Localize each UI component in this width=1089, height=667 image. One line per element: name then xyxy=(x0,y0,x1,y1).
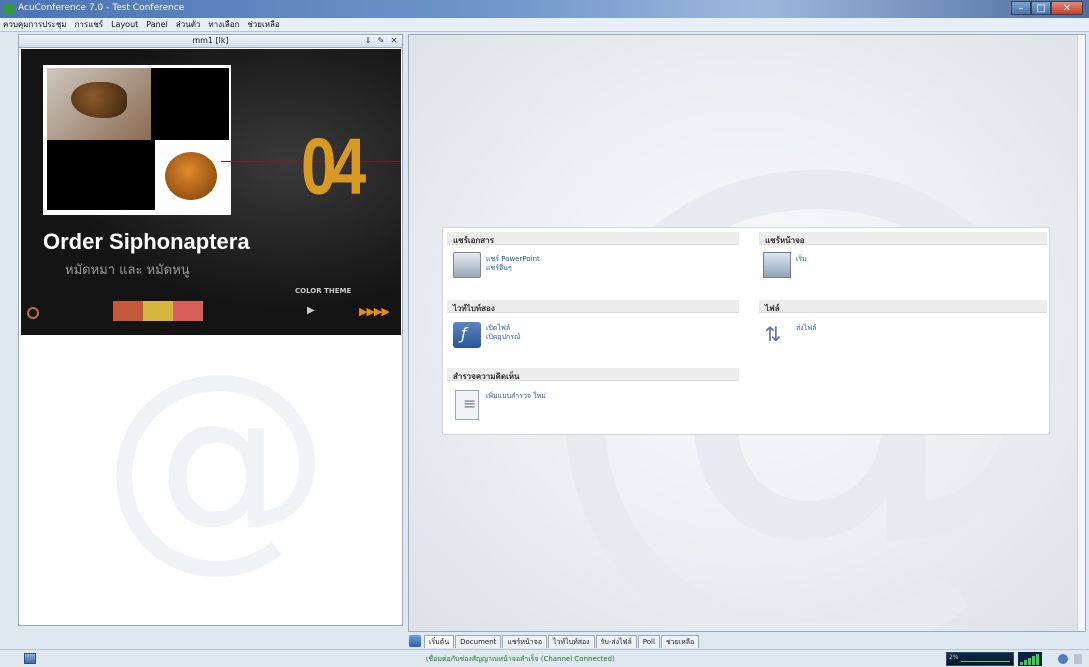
video-feed: 04 Order Siphonaptera หมัดหมา และ หมัดหน… xyxy=(21,49,401,335)
maximize-icon[interactable]: □ xyxy=(1031,1,1051,15)
minimize-icon[interactable]: – xyxy=(1011,1,1031,15)
slide-block xyxy=(47,140,155,210)
app-icon xyxy=(3,3,15,15)
slide-theme-label: COLOR THEME xyxy=(295,287,352,295)
color-swatch xyxy=(113,301,143,321)
powerpoint-icon[interactable] xyxy=(453,252,481,278)
video-header: mm1 [lk] ⇓ ✎ ✕ xyxy=(19,35,402,48)
color-swatch xyxy=(173,301,203,321)
tab-start[interactable]: เริ่มต้น xyxy=(424,634,455,648)
menu-personal[interactable]: ส่วนตัว xyxy=(176,18,201,31)
participant-name: mm1 [lk] xyxy=(192,36,229,45)
tab-file-transfer[interactable]: รับ-ส่งไฟล์ xyxy=(595,634,637,648)
bottom-tab-strip: เริ่มต้น Document แชร์หน้าจอ ไวท์ไบท์สอง… xyxy=(408,634,1086,648)
tab-whiteboard[interactable]: ไวท์ไบท์สอง xyxy=(548,634,595,648)
tray-icon[interactable] xyxy=(1058,654,1068,664)
flea-icon xyxy=(71,82,127,118)
connection-status: เชื่อมต่อกับช่องสัญญาณหน้าจอสำเร็จ (Chan… xyxy=(426,655,615,663)
files-heading: ไฟล์ xyxy=(759,300,1047,313)
file-transfer-icon[interactable]: ⇅ xyxy=(759,322,787,348)
menu-conference[interactable]: ควบคุมการประชุม xyxy=(3,18,67,31)
home-tab-icon xyxy=(409,635,421,647)
status-bar: เชื่อมต่อกับช่องสัญญาณหน้าจอสำเร็จ (Chan… xyxy=(0,649,1089,667)
slide-number: 04 xyxy=(301,121,366,211)
open-device-link[interactable]: เปิดอุปกรณ์ xyxy=(486,332,521,343)
menu-bar: ควบคุมการประชุม การแชร์ Layout Panel ส่ว… xyxy=(0,18,1089,32)
slide-block xyxy=(151,68,229,140)
tab-poll[interactable]: Poll xyxy=(637,634,660,648)
flash-icon[interactable] xyxy=(453,322,481,348)
tab-share-screen[interactable]: แชร์หน้าจอ xyxy=(502,634,548,648)
share-screen-heading: แชร์หน้าจอ xyxy=(759,232,1047,245)
quick-actions-card: แชร์เอกสาร แชร์หน้าจอ แชร์ PowerPoint แช… xyxy=(442,227,1050,435)
edit-icon[interactable]: ✎ xyxy=(376,36,386,46)
send-file-link[interactable]: ส่งไฟล์ xyxy=(796,323,816,334)
window-title: AcuConference 7.0 - Test Conference xyxy=(18,3,185,13)
cpu-graph xyxy=(961,661,1010,662)
color-swatch xyxy=(143,301,173,321)
close-icon[interactable]: ✕ xyxy=(1051,1,1083,15)
tab-document[interactable]: Document xyxy=(455,634,502,648)
signal-strength-icon xyxy=(1018,652,1042,666)
status-icon[interactable] xyxy=(24,653,36,664)
pin-icon[interactable]: ⇓ xyxy=(363,36,373,46)
video-panel: mm1 [lk] ⇓ ✎ ✕ 04 Order Siphonaptera หมั… xyxy=(18,34,403,626)
monitor-icon[interactable] xyxy=(763,252,791,278)
menu-options[interactable]: ทางเลือก xyxy=(208,18,239,31)
menu-layout[interactable]: Layout xyxy=(111,20,138,29)
slide-title: Order Siphonaptera xyxy=(43,229,250,254)
poll-heading: สำรวจความคิดเห็น xyxy=(447,368,739,381)
flea-photo-1 xyxy=(47,68,151,140)
window-controls: – □ ✕ xyxy=(1011,1,1083,15)
slide-image-frame xyxy=(43,65,231,215)
video-controls: ⇓ ✎ ✕ xyxy=(360,36,399,46)
flea-icon xyxy=(165,152,217,200)
menu-help[interactable]: ช่วยเหลือ xyxy=(247,18,279,31)
menu-share[interactable]: การแชร์ xyxy=(75,18,104,31)
new-poll-link[interactable]: เพิ่มแบบสำรวจ ใหม่ xyxy=(486,391,546,402)
slide-logo-icon xyxy=(27,307,39,319)
tab-help[interactable]: ช่วยเหลือ xyxy=(660,634,700,648)
share-other-link[interactable]: แชร์อื่นๆ xyxy=(486,263,512,274)
title-bar: AcuConference 7.0 - Test Conference – □ … xyxy=(0,0,1089,18)
start-screen-share-link[interactable]: เริ่ม xyxy=(796,254,807,265)
share-docs-heading: แชร์เอกสาร xyxy=(447,232,739,245)
slide-arrows: ▶▶▶▶ xyxy=(359,305,390,318)
cpu-label: 2% xyxy=(949,654,959,661)
slide-subtitle: หมัดหมา และ หมัดหนู xyxy=(65,263,190,278)
tray-icon[interactable] xyxy=(1074,654,1082,664)
watermark-at-icon: @ xyxy=(101,325,331,592)
menu-panel[interactable]: Panel xyxy=(146,20,168,29)
vertical-scrollbar[interactable] xyxy=(1077,35,1085,631)
poll-icon[interactable] xyxy=(455,390,479,420)
flea-photo-2 xyxy=(157,142,227,212)
whiteboard-heading: ไวท์ไบท์สอง xyxy=(447,300,739,313)
play-icon: ▶ xyxy=(307,305,315,316)
cpu-meter: 2% xyxy=(946,652,1014,666)
close-video-icon[interactable]: ✕ xyxy=(389,36,399,46)
